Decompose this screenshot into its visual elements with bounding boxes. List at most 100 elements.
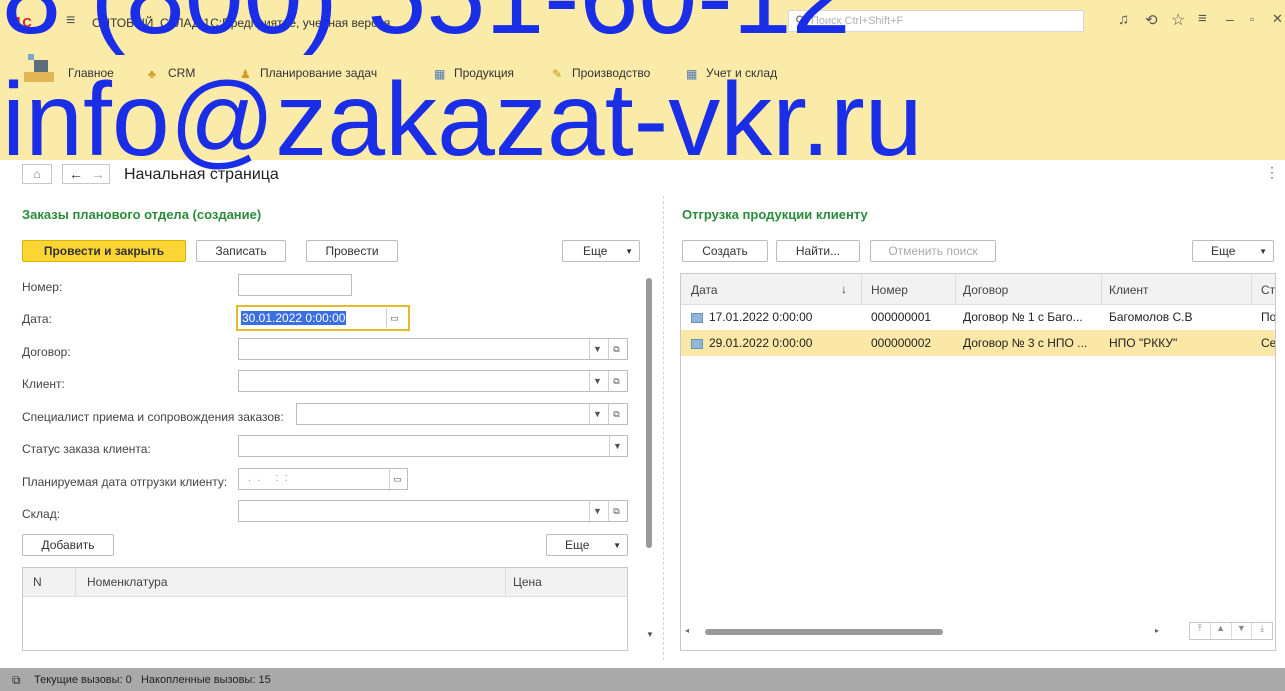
nav-label: Продукция xyxy=(454,66,515,80)
column-header-client[interactable]: Клиент xyxy=(1109,283,1149,297)
open-icon[interactable]: ⧉ xyxy=(608,371,624,391)
chevron-down-icon[interactable]: ▼ xyxy=(589,371,605,391)
chevron-down-icon[interactable]: ▼ xyxy=(589,501,605,521)
production-icon: ✎ xyxy=(552,67,563,81)
menu-icon[interactable]: ≡ xyxy=(66,12,75,30)
open-icon[interactable]: ⧉ xyxy=(608,339,624,359)
home-icon: ⌂ xyxy=(33,167,41,181)
chevron-down-icon[interactable]: ▼ xyxy=(589,339,605,359)
column-header-date[interactable]: Дата xyxy=(691,283,718,297)
scroll-down-icon[interactable]: ▼ xyxy=(646,630,654,639)
column-divider xyxy=(955,274,956,304)
search-input[interactable]: Поиск Ctrl+Shift+F xyxy=(811,15,903,27)
restore-icon[interactable]: ▫ xyxy=(1250,12,1254,26)
table-more-button[interactable]: Еще ▼ xyxy=(546,534,628,556)
calls-icon: ⧉ xyxy=(12,673,21,687)
row-date: 29.01.2022 0:00:00 xyxy=(709,336,813,350)
document-icon xyxy=(691,312,703,323)
column-divider xyxy=(75,568,76,596)
home-section-icon[interactable] xyxy=(20,52,58,88)
column-header-n[interactable]: N xyxy=(33,575,42,589)
nav-item-production[interactable]: ✎ Производство xyxy=(552,66,651,81)
table-row-selected[interactable]: 29.01.2022 0:00:00 000000002 Договор № 3… xyxy=(681,330,1275,356)
close-icon[interactable]: ✕ xyxy=(1272,11,1283,27)
number-field[interactable] xyxy=(238,274,352,296)
page-up-icon[interactable]: ▲ xyxy=(1211,623,1232,639)
calendar-icon[interactable]: ▭ xyxy=(386,308,402,328)
row-number: 000000002 xyxy=(871,336,932,350)
specialist-label: Специалист приема и сопровождения заказо… xyxy=(22,410,284,424)
page-down-icon[interactable]: ▼ xyxy=(1232,623,1253,639)
nav-label: Планирование задач xyxy=(260,66,378,80)
global-search[interactable]: ⚲ Поиск Ctrl+Shift+F xyxy=(788,10,1084,32)
more-vertical-icon[interactable]: ⋮ xyxy=(1265,164,1279,181)
post-and-close-button[interactable]: Провести и закрыть xyxy=(22,240,186,262)
create-button[interactable]: Создать xyxy=(682,240,768,262)
contract-field[interactable]: ▼ ⧉ xyxy=(238,338,628,360)
first-page-icon[interactable]: ⤒ xyxy=(1190,623,1211,639)
nav-arrows: ← → xyxy=(62,164,110,184)
date-field[interactable]: 30.01.2022 0:00:00 ▭ xyxy=(236,305,410,331)
open-icon[interactable]: ⧉ xyxy=(608,404,624,424)
column-header-st[interactable]: Ст xyxy=(1261,283,1275,297)
bell-icon[interactable]: ♫ xyxy=(1118,11,1129,28)
list-more-button[interactable]: Еще ▼ xyxy=(1192,240,1274,262)
crm-icon: ♣ xyxy=(148,67,156,81)
chevron-down-icon: ▼ xyxy=(1259,246,1267,256)
specialist-field[interactable]: ▼ ⧉ xyxy=(296,403,628,425)
minimize-icon[interactable]: – xyxy=(1226,11,1234,27)
add-button[interactable]: Добавить xyxy=(22,534,114,556)
sort-down-icon: ↓ xyxy=(841,282,847,296)
scroll-left-icon[interactable]: ◂ xyxy=(685,626,689,635)
chevron-down-icon[interactable]: ▼ xyxy=(589,404,605,424)
settings-menu-icon[interactable]: ≡ xyxy=(1198,10,1207,27)
nav-item-products[interactable]: ▦ Продукция xyxy=(434,66,515,81)
row-st: По xyxy=(1261,310,1276,324)
client-field[interactable]: ▼ ⧉ xyxy=(238,370,628,392)
status-label: Статус заказа клиента: xyxy=(22,442,151,456)
column-divider xyxy=(505,568,506,596)
forward-arrow-icon[interactable]: → xyxy=(91,166,105,182)
nav-item-warehouse[interactable]: ▦ Учет и склад xyxy=(686,66,777,81)
horizontal-scrollbar-thumb[interactable] xyxy=(705,629,943,635)
last-page-icon[interactable]: ⤓ xyxy=(1252,623,1272,639)
warehouse-field[interactable]: ▼ ⧉ xyxy=(238,500,628,522)
column-header-nomenclature[interactable]: Номенклатура xyxy=(87,575,168,589)
items-table: N Номенклатура Цена xyxy=(22,567,628,651)
more-label: Еще xyxy=(565,538,590,552)
back-arrow-icon[interactable]: ← xyxy=(69,166,83,182)
row-client: НПО "РККУ" xyxy=(1109,336,1178,350)
more-button[interactable]: Еще ▼ xyxy=(562,240,640,262)
open-icon[interactable]: ⧉ xyxy=(608,501,624,521)
scroll-right-icon[interactable]: ▸ xyxy=(1155,626,1159,635)
nav-label: Производство xyxy=(572,66,651,80)
document-icon xyxy=(691,338,703,349)
row-contract: Договор № 3 с НПО ... xyxy=(963,336,1088,350)
nav-item-crm[interactable]: ♣ CRM xyxy=(148,66,195,81)
shipments-table: Дата ↓ Номер Договор Клиент Ст 17.01.202… xyxy=(680,273,1276,651)
nav-item-main[interactable]: Главное xyxy=(68,66,114,80)
history-icon[interactable]: ⟲ xyxy=(1145,11,1158,29)
nav-item-planning[interactable]: ♟ Планирование задач xyxy=(240,66,378,81)
star-icon[interactable]: ☆ xyxy=(1171,10,1185,30)
status-field[interactable]: ▼ xyxy=(238,435,628,457)
chevron-down-icon[interactable]: ▼ xyxy=(609,436,625,456)
planning-icon: ♟ xyxy=(240,67,251,81)
calendar-icon[interactable]: ▭ xyxy=(389,469,405,489)
cancel-search-button[interactable]: Отменить поиск xyxy=(870,240,996,262)
chevron-down-icon: ▼ xyxy=(625,246,633,256)
form-title: Заказы планового отдела (создание) xyxy=(22,207,262,222)
ship-date-field[interactable]: . . : : ▭ xyxy=(238,468,408,490)
find-button[interactable]: Найти... xyxy=(776,240,860,262)
save-button[interactable]: Записать xyxy=(196,240,286,262)
list-navigation: ⤒ ▲ ▼ ⤓ xyxy=(1189,622,1273,640)
home-button[interactable]: ⌂ xyxy=(22,164,52,184)
row-contract: Договор № 1 с Баго... xyxy=(963,310,1083,324)
table-row[interactable]: 17.01.2022 0:00:00 000000001 Договор № 1… xyxy=(681,304,1276,330)
column-header-price[interactable]: Цена xyxy=(513,575,542,589)
status-text: Текущие вызовы: 0 Накопленные вызовы: 15 xyxy=(34,674,271,686)
scrollbar-thumb[interactable] xyxy=(646,278,652,548)
column-header-number[interactable]: Номер xyxy=(871,283,908,297)
post-button[interactable]: Провести xyxy=(306,240,398,262)
column-header-contract[interactable]: Договор xyxy=(963,283,1008,297)
